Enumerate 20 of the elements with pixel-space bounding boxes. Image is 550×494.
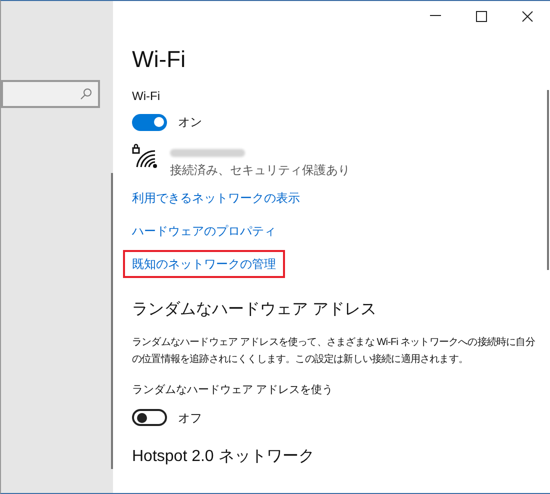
section-description: ランダムなハードウェア アドレスを使って、さまざまな Wi-Fi ネットワークへの接続時に自分の位置情報を追跡されにくくします。この設定は新しい接続に適用されます。 xyxy=(132,336,536,367)
search-icon xyxy=(80,88,92,100)
toggle-switch[interactable] xyxy=(132,114,167,130)
network-status: 接続済み、セキュリティ保護あり xyxy=(170,162,350,179)
wifi-label: Wi-Fi xyxy=(132,88,161,105)
link[interactable]: ハードウェアのプロパティ xyxy=(123,217,285,245)
toggle-switch[interactable] xyxy=(132,409,167,426)
minimize-icon xyxy=(430,15,440,17)
search-field[interactable] xyxy=(1,80,100,108)
toggle-state: オン xyxy=(178,114,202,131)
section-heading: Hotspot 2.0 ネットワーク xyxy=(132,446,316,466)
toggle-label: ランダムなハードウェア アドレスを使う xyxy=(132,383,334,398)
link[interactable]: 利用できるネットワークの表示 xyxy=(123,184,309,212)
toggle-state: オフ xyxy=(178,410,202,426)
page-title: Wi-Fi xyxy=(132,45,187,73)
section-heading: ランダムなハードウェア アドレス xyxy=(132,300,378,320)
secured-wifi-icon xyxy=(132,143,160,169)
close-icon xyxy=(522,10,532,22)
link[interactable]: 既知のネットワークの管理 xyxy=(123,250,285,278)
maximize-icon xyxy=(476,10,486,22)
